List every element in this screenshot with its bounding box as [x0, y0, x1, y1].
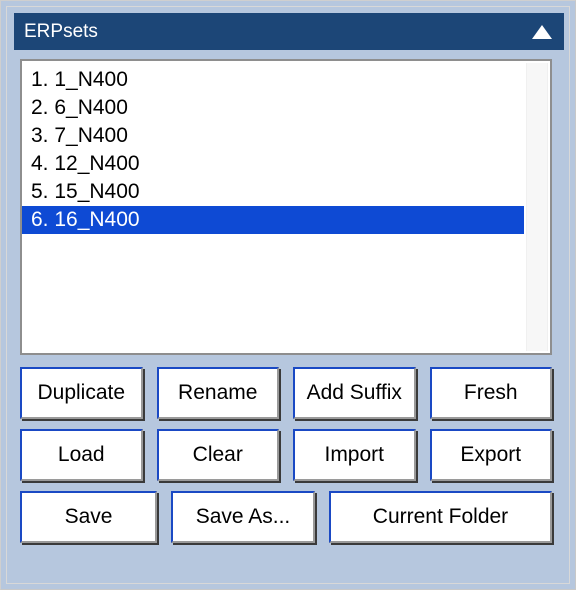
current-folder-button[interactable]: Current Folder [329, 491, 552, 543]
fresh-button[interactable]: Fresh [429, 367, 552, 419]
listbox-scrollbar[interactable] [524, 61, 550, 353]
list-item[interactable]: 2. 6_N400 [22, 94, 524, 122]
export-button[interactable]: Export [429, 429, 552, 481]
button-grid: Duplicate Rename Add Suffix Fresh Load C… [20, 367, 552, 553]
load-button[interactable]: Load [20, 429, 143, 481]
import-button[interactable]: Import [293, 429, 416, 481]
button-row-2: Load Clear Import Export [20, 429, 552, 481]
save-button[interactable]: Save [20, 491, 157, 543]
button-row-1: Duplicate Rename Add Suffix Fresh [20, 367, 552, 419]
erpsets-list-items: 1. 1_N400 2. 6_N400 3. 7_N400 4. 12_N400… [22, 61, 524, 353]
erpsets-panel: ERPsets 1. 1_N400 2. 6_N400 3. 7_N400 4.… [0, 0, 576, 590]
list-item[interactable]: 4. 12_N400 [22, 150, 524, 178]
save-as-button[interactable]: Save As... [171, 491, 315, 543]
rename-button[interactable]: Rename [156, 367, 279, 419]
list-item[interactable]: 1. 1_N400 [22, 66, 524, 94]
panel-title: ERPsets [24, 21, 98, 42]
clear-button[interactable]: Clear [156, 429, 279, 481]
list-item[interactable]: 5. 15_N400 [22, 178, 524, 206]
duplicate-button[interactable]: Duplicate [20, 367, 143, 419]
panel-titlebar[interactable]: ERPsets [14, 13, 564, 50]
erpsets-listbox[interactable]: 1. 1_N400 2. 6_N400 3. 7_N400 4. 12_N400… [20, 59, 552, 355]
button-row-3: Save Save As... Current Folder [20, 491, 552, 543]
add-suffix-button[interactable]: Add Suffix [293, 367, 416, 419]
list-item-selected[interactable]: 6. 16_N400 [22, 206, 524, 234]
triangle-up-icon[interactable] [532, 24, 552, 39]
list-item[interactable]: 3. 7_N400 [22, 122, 524, 150]
scrollbar-track[interactable] [526, 63, 548, 351]
